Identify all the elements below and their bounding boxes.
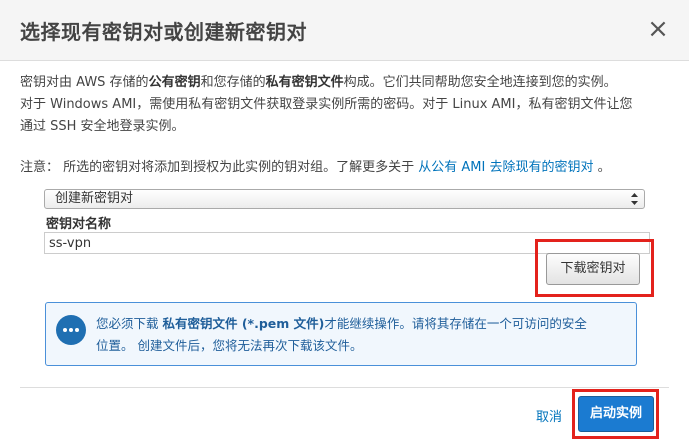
- desc-text: 构成。它们共同帮助您安全地连接到您的实例。: [343, 75, 617, 90]
- dialog-header: 选择现有密钥对或创建新密钥对 ×: [0, 0, 689, 61]
- note-suffix: 。: [593, 160, 611, 175]
- desc-bold-public-key: 公有密钥: [148, 75, 201, 90]
- info-alert: 您必须下载 私有密钥文件 (*.pem 文件)才能继续操作。请将其存储在一个可访…: [45, 302, 637, 366]
- desc-text: 和您存储的: [200, 75, 266, 90]
- key-pair-option-select[interactable]: 创建新密钥对: [44, 189, 645, 209]
- alert-message: 您必须下载 私有密钥文件 (*.pem 文件)才能继续操作。请将其存储在一个可访…: [96, 313, 628, 357]
- launch-instance-button[interactable]: 启动实例: [578, 396, 654, 432]
- description-line-2: 对于 Windows AMI，需使用私有密钥文件获取登录实例所需的密码。对于 L…: [20, 97, 633, 112]
- note-text: 注意： 所选的密钥对将添加到授权为此实例的钥对组。了解更多关于: [20, 160, 419, 175]
- note: 注意： 所选的密钥对将添加到授权为此实例的钥对组。了解更多关于 从公有 AMI …: [20, 157, 680, 179]
- description-line-1: 密钥对由 AWS 存储的公有密钥和您存储的私有密钥文件构成。它们共同帮助您安全地…: [20, 72, 680, 94]
- footer-divider: [20, 387, 669, 388]
- dialog-title: 选择现有密钥对或创建新密钥对: [20, 20, 307, 44]
- cancel-button[interactable]: 取消: [536, 406, 562, 425]
- alert-line-1: 您必须下载 私有密钥文件 (*.pem 文件)才能继续操作。请将其存储在一个可访…: [96, 313, 628, 335]
- remove-key-pair-link[interactable]: 从公有 AMI 去除现有的密钥对: [418, 160, 593, 175]
- key-pair-name-label: 密钥对名称: [46, 217, 112, 232]
- description: 密钥对由 AWS 存储的公有密钥和您存储的私有密钥文件构成。它们共同帮助您安全地…: [20, 72, 680, 138]
- select-arrows-icon: [631, 193, 638, 205]
- alert-text: 才能继续操作。请将其存储在一个可访问的安全: [324, 316, 587, 331]
- alert-text: 您必须下载: [96, 316, 163, 331]
- alert-bold-pem: 私有密钥文件 (*.pem 文件): [162, 316, 325, 331]
- close-icon[interactable]: ×: [647, 15, 669, 43]
- description-line-3: 通过 SSH 安全地登录实例。: [20, 119, 185, 134]
- desc-text: 密钥对由 AWS 存储的: [20, 75, 149, 90]
- desc-bold-private-key: 私有密钥文件: [265, 75, 344, 90]
- chat-bubble-icon: [56, 315, 86, 345]
- select-value: 创建新密钥对: [55, 191, 134, 206]
- alert-line-2: 位置。 创建文件后，您将无法再次下载该文件。: [96, 338, 363, 353]
- download-key-pair-button[interactable]: 下载密钥对: [546, 253, 640, 285]
